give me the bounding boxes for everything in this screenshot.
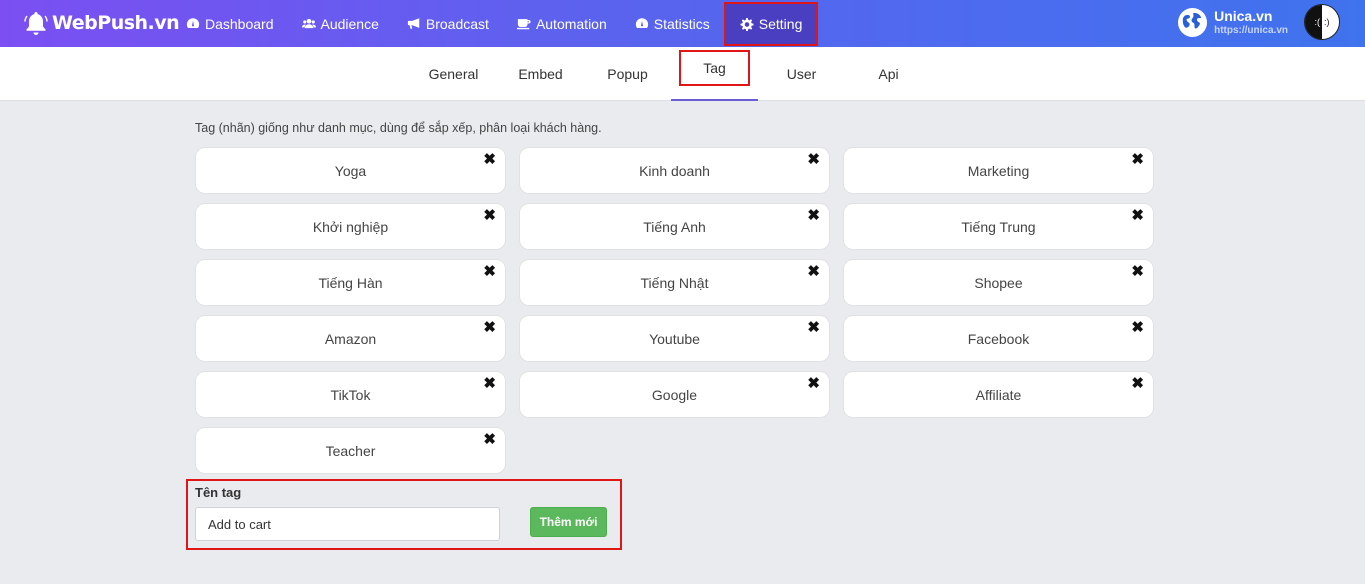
tag-name: Yoga (334, 162, 367, 179)
tab-label: Embed (518, 66, 563, 82)
tag-card[interactable]: Kinh doanh ✖ (519, 147, 830, 194)
delete-tag-icon[interactable]: ✖ (483, 376, 496, 392)
account-url: https://unica.vn (1214, 25, 1288, 36)
tab-api[interactable]: Api (845, 47, 932, 101)
tag-name: Google (651, 386, 698, 403)
nav-item-broadcast[interactable]: Broadcast (393, 0, 503, 47)
tag-name: Shopee (974, 274, 1023, 291)
delete-tag-icon[interactable]: ✖ (483, 152, 496, 168)
tab-popup[interactable]: Popup (584, 47, 671, 101)
dashboard-icon (635, 17, 649, 30)
tag-card[interactable]: Khởi nghiệp ✖ (195, 203, 506, 250)
nav-item-label: Setting (758, 16, 803, 32)
tag-card[interactable]: Affiliate ✖ (843, 371, 1154, 418)
tag-card[interactable]: Marketing ✖ (843, 147, 1154, 194)
delete-tag-icon[interactable]: ✖ (1131, 152, 1144, 168)
tag-name: Tiếng Anh (643, 218, 706, 235)
avatar-face-left: :( (1305, 5, 1322, 39)
tab-tag[interactable]: Tag (671, 47, 758, 101)
tag-name: Affiliate (975, 386, 1022, 403)
tag-card[interactable]: Yoga ✖ (195, 147, 506, 194)
brand-name: WebPush.vn (52, 12, 180, 34)
settings-tabs: General Embed Popup Tag User Api (410, 47, 932, 101)
nav-item-automation[interactable]: Automation (503, 0, 621, 47)
tag-card[interactable]: Facebook ✖ (843, 315, 1154, 362)
tab-label: Popup (607, 66, 648, 82)
tab-label: General (428, 66, 479, 82)
nav-item-statistics[interactable]: Statistics (621, 0, 724, 47)
tag-name: Teacher (325, 442, 376, 459)
delete-tag-icon[interactable]: ✖ (483, 432, 496, 448)
users-icon (301, 17, 316, 30)
nav-item-label: Broadcast (425, 15, 489, 32)
tag-name: Khởi nghiệp (312, 218, 389, 235)
account-area: Unica.vn https://unica.vn :( :) (1177, 4, 1340, 40)
tag-card[interactable]: Tiếng Anh ✖ (519, 203, 830, 250)
tag-card[interactable]: Youtube ✖ (519, 315, 830, 362)
nav-item-label: Audience (320, 15, 379, 32)
tag-name: Tiếng Hàn (318, 274, 383, 291)
main-nav: Dashboard Audience Broadcast Automation Stat… (172, 0, 819, 47)
delete-tag-icon[interactable]: ✖ (1131, 376, 1144, 392)
delete-tag-icon[interactable]: ✖ (1131, 208, 1144, 224)
tab-embed[interactable]: Embed (497, 47, 584, 101)
tab-label: User (786, 66, 817, 82)
tag-card[interactable]: Teacher ✖ (195, 427, 506, 474)
tag-card[interactable]: Tiếng Nhật ✖ (519, 259, 830, 306)
nav-item-setting[interactable]: Setting (723, 2, 819, 46)
globe-icon[interactable] (1177, 7, 1208, 38)
dashboard-icon (186, 17, 200, 30)
tag-card[interactable]: Amazon ✖ (195, 315, 506, 362)
avatar[interactable]: :( :) (1304, 4, 1340, 40)
gear-icon (740, 17, 754, 31)
tab-label: Tag (679, 50, 750, 86)
tag-name-input[interactable] (195, 507, 500, 541)
delete-tag-icon[interactable]: ✖ (483, 320, 496, 336)
account-info[interactable]: Unica.vn https://unica.vn (1214, 8, 1288, 36)
nav-item-label: Statistics (653, 15, 710, 32)
tag-description: Tag (nhãn) giống như danh mục, dùng để s… (195, 121, 602, 135)
tag-card[interactable]: Tiếng Trung ✖ (843, 203, 1154, 250)
tag-name: Kinh doanh (639, 162, 710, 179)
delete-tag-icon[interactable]: ✖ (1131, 320, 1144, 336)
delete-tag-icon[interactable]: ✖ (807, 152, 820, 168)
delete-tag-icon[interactable]: ✖ (1131, 264, 1144, 280)
delete-tag-icon[interactable]: ✖ (483, 208, 496, 224)
tab-label: Api (878, 66, 899, 82)
tag-name: TikTok (330, 386, 371, 403)
tag-name-label: Tên tag (195, 485, 242, 500)
nav-item-dashboard[interactable]: Dashboard (172, 0, 288, 47)
tag-name: Youtube (649, 330, 700, 347)
bullhorn-icon (407, 17, 421, 30)
top-navbar: WebPush.vn Dashboard Audience Broadcast Aut… (0, 0, 1365, 47)
account-name: Unica.vn (1214, 8, 1273, 24)
delete-tag-icon[interactable]: ✖ (807, 320, 820, 336)
tab-general[interactable]: General (410, 47, 497, 101)
tag-card[interactable]: Tiếng Hàn ✖ (195, 259, 506, 306)
tag-card[interactable]: Google ✖ (519, 371, 830, 418)
settings-subnav: General Embed Popup Tag User Api (0, 47, 1365, 101)
tag-list: Yoga ✖ Kinh doanh ✖ Marketing ✖ Khởi nghiệp ✖ Ti… (195, 147, 1155, 474)
tag-card[interactable]: Shopee ✖ (843, 259, 1154, 306)
tag-name: Facebook (967, 330, 1030, 347)
nav-item-label: Automation (535, 15, 607, 32)
add-tag-button[interactable]: Thêm mới (530, 507, 607, 537)
delete-tag-icon[interactable]: ✖ (483, 264, 496, 280)
delete-tag-icon[interactable]: ✖ (807, 376, 820, 392)
tab-user[interactable]: User (758, 47, 845, 101)
nav-item-audience[interactable]: Audience (288, 0, 393, 47)
avatar-face-right: :) (1322, 5, 1339, 39)
tag-name: Amazon (324, 330, 377, 347)
tag-name: Marketing (967, 162, 1030, 179)
tag-card[interactable]: TikTok ✖ (195, 371, 506, 418)
bell-icon (24, 12, 48, 35)
nav-item-label: Dashboard (205, 15, 274, 32)
delete-tag-icon[interactable]: ✖ (807, 208, 820, 224)
tag-name: Tiếng Trung (961, 218, 1036, 235)
tag-name: Tiếng Nhật (640, 274, 709, 291)
coffee-icon (516, 17, 531, 30)
brand-logo[interactable]: WebPush.vn (24, 10, 180, 36)
delete-tag-icon[interactable]: ✖ (807, 264, 820, 280)
